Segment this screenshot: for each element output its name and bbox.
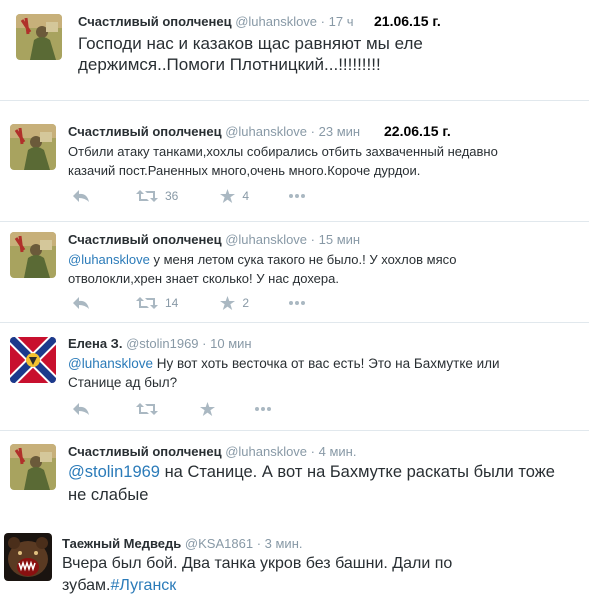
more-icon [255, 407, 271, 411]
favorite-icon [220, 189, 236, 203]
author-name[interactable]: Таежный Медведь [62, 536, 181, 551]
author-handle[interactable]: @luhansklove [225, 124, 307, 139]
tweet-text: Отбили атаку танками,хохлы собирались от… [68, 144, 498, 178]
author-name[interactable]: Счастливый ополченец [68, 124, 222, 139]
separator-dot: · [310, 124, 316, 139]
separator-dot: · [256, 536, 262, 551]
avatar-bear-image [4, 533, 52, 581]
tweet-text: @stolin1969 на Станице. А вот на Бахмутк… [68, 461, 558, 507]
separator-dot: · [320, 14, 326, 29]
retweet-icon [136, 403, 158, 415]
tweet-header: Счастливый ополченец @luhansklove · 4 ми… [68, 444, 356, 459]
favorite-icon [200, 402, 215, 416]
author-handle[interactable]: @luhansklove [225, 444, 307, 459]
reply-button[interactable] [72, 402, 90, 416]
tweet-2: Счастливый ополченец @luhansklove · 15 м… [0, 222, 589, 320]
timestamp[interactable]: 3 мин. [265, 536, 303, 551]
retweet-icon [136, 190, 158, 202]
avatar-militia-image [16, 14, 62, 60]
avatar-militia-image [10, 232, 56, 278]
tweet-0: Счастливый ополченец @luhansklove · 17 ч… [0, 0, 589, 90]
avatar-militia-image [10, 124, 56, 170]
timestamp[interactable]: 10 мин [210, 336, 251, 351]
tweet-header: Счастливый ополченец @luhansklove · 23 м… [68, 124, 360, 139]
retweet-count: 36 [165, 189, 179, 203]
retweet-button[interactable]: 14 [136, 296, 178, 310]
reply-icon [73, 297, 89, 309]
retweet-button[interactable] [136, 402, 158, 416]
separator-dot: · [310, 232, 316, 247]
timestamp[interactable]: 15 мин [319, 232, 360, 247]
favorite-button[interactable]: 4 [220, 189, 249, 203]
avatar-militia-image [10, 444, 56, 490]
reply-button[interactable] [72, 189, 90, 203]
date-stamp: 22.06.15 г. [384, 123, 451, 139]
separator-dot: · [310, 444, 316, 459]
tweet-header: Счастливый ополченец @luhansklove · 17 ч [78, 14, 354, 29]
mention-link[interactable]: @luhansklove [68, 356, 153, 371]
favorite-button[interactable] [200, 402, 215, 416]
avatar[interactable] [4, 533, 52, 581]
divider [0, 100, 589, 101]
tweet-text: @luhansklove Ну вот хоть весточка от вас… [68, 354, 528, 392]
tweet-1: Счастливый ополченец @luhansklove · 23 м… [0, 113, 589, 218]
more-button[interactable] [289, 194, 306, 198]
favorite-icon [220, 296, 236, 310]
timestamp[interactable]: 4 мин. [319, 444, 357, 459]
more-button[interactable] [255, 407, 271, 411]
favorite-button[interactable]: 2 [220, 296, 249, 310]
tweet-4: Счастливый ополченец @luhansklove · 4 ми… [0, 436, 589, 516]
author-name[interactable]: Счастливый ополченец [68, 232, 222, 247]
mention-link[interactable]: @stolin1969 [68, 463, 160, 481]
hashtag-link[interactable]: #Луганск [110, 577, 176, 594]
author-handle[interactable]: @KSA1861 [185, 536, 253, 551]
tweet-text: @luhansklove у меня летом сука такого не… [68, 250, 508, 288]
retweet-count: 14 [165, 296, 179, 310]
tweet-actions: 14 2 [72, 296, 327, 310]
author-handle[interactable]: @stolin1969 [126, 336, 198, 351]
author-handle[interactable]: @luhansklove [225, 232, 307, 247]
avatar[interactable] [10, 444, 56, 490]
avatar[interactable] [10, 124, 56, 170]
retweet-icon [136, 297, 158, 309]
tweet-text: Вчера был бой. Два танка укров без башни… [62, 553, 482, 597]
avatar-novorossiya-flag-image [10, 337, 56, 383]
author-handle[interactable]: @luhansklove [235, 14, 317, 29]
reply-icon [73, 403, 89, 415]
favorite-count: 2 [242, 296, 250, 310]
tweet-text: Господи нас и казаков щас равняют мы еле… [78, 34, 423, 74]
tweet-3: Елена З. @stolin1969 · 10 мин @luhansklo… [0, 323, 589, 427]
tweet-header: Елена З. @stolin1969 · 10 мин [68, 336, 252, 351]
avatar[interactable] [10, 337, 56, 383]
tweet-header: Счастливый ополченец @luhansklove · 15 м… [68, 232, 360, 247]
timestamp[interactable]: 17 ч [329, 14, 354, 29]
divider [0, 430, 589, 431]
avatar[interactable] [10, 232, 56, 278]
tweet-header: Таежный Медведь @KSA1861 · 3 мин. [62, 536, 303, 551]
author-name[interactable]: Счастливый ополченец [68, 444, 222, 459]
date-stamp: 21.06.15 г. [374, 13, 441, 29]
reply-button[interactable] [72, 296, 90, 310]
tweet-actions [72, 402, 293, 416]
reply-icon [73, 190, 89, 202]
author-name[interactable]: Елена З. [68, 336, 122, 351]
mention-link[interactable]: @luhansklove [68, 252, 150, 267]
separator-dot: · [202, 336, 207, 351]
more-icon [289, 194, 306, 198]
more-icon [289, 301, 306, 305]
author-name[interactable]: Счастливый ополченец [78, 14, 232, 29]
avatar[interactable] [16, 14, 62, 60]
favorite-count: 4 [242, 189, 250, 203]
timestamp[interactable]: 23 мин [319, 124, 360, 139]
tweet-actions: 36 4 [72, 189, 327, 203]
more-button[interactable] [289, 301, 306, 305]
retweet-button[interactable]: 36 [136, 189, 178, 203]
tweet-5: Таежный Медведь @KSA1861 · 3 мин. Вчера … [0, 522, 589, 603]
